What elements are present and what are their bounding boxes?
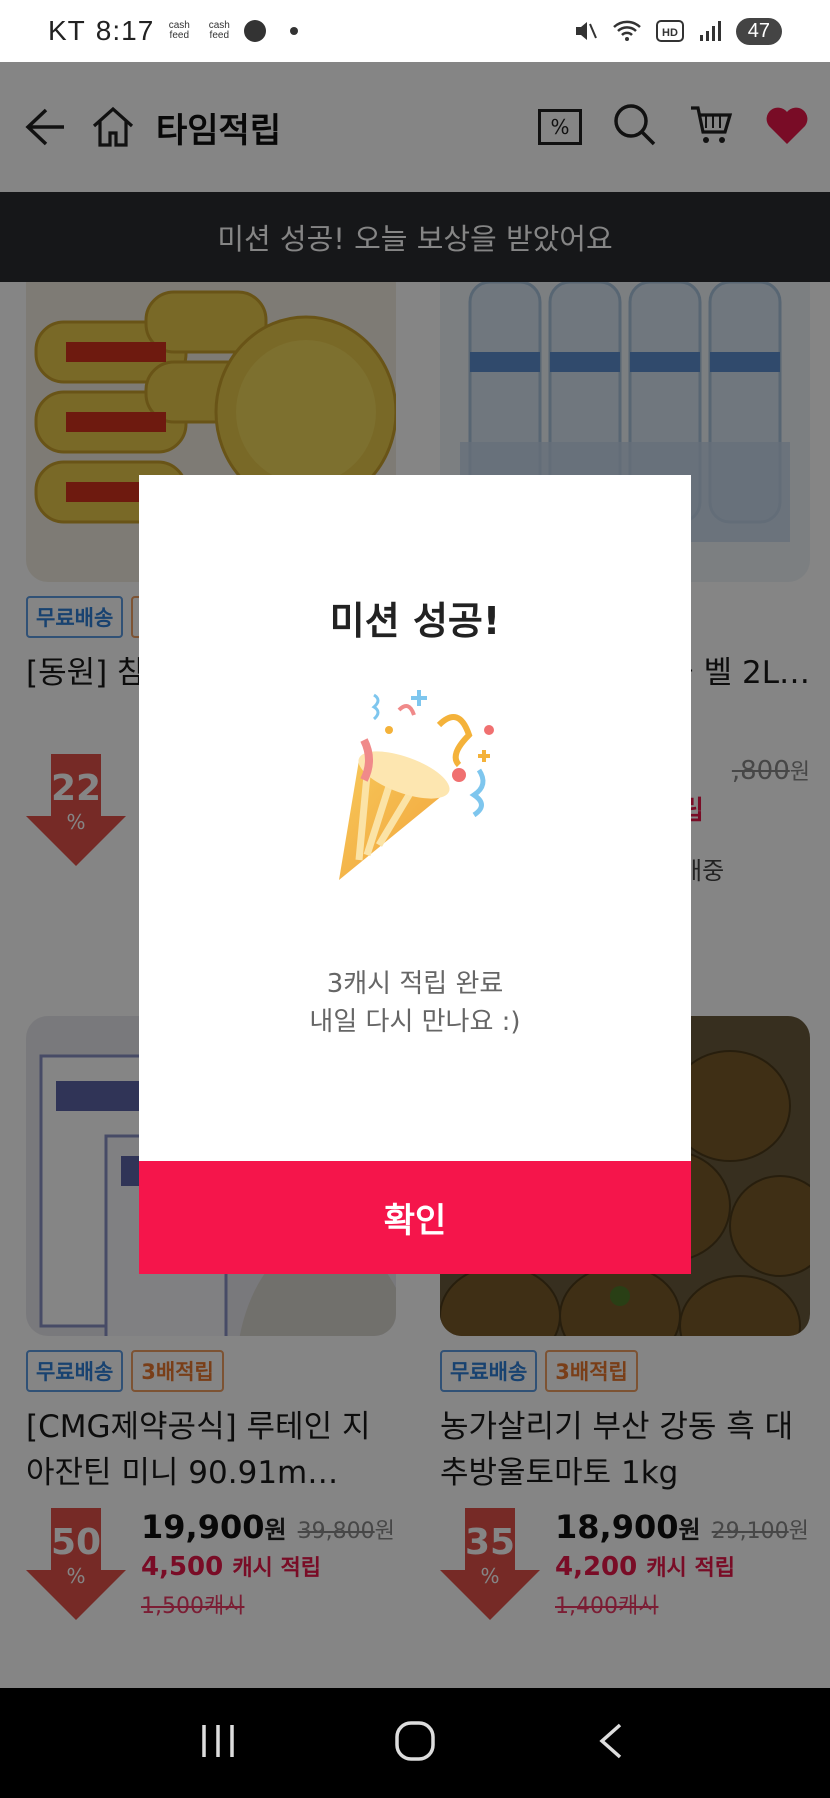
message-line-1: 3캐시 적립 완료 xyxy=(326,969,504,999)
carrier-label: KT xyxy=(48,15,86,46)
mute-icon xyxy=(575,22,597,40)
home-nav-icon xyxy=(395,1721,435,1761)
cashfeed-icon-2: cash feed xyxy=(208,20,230,41)
home-nav-button[interactable] xyxy=(394,1720,436,1766)
recent-apps-button[interactable] xyxy=(198,1721,238,1765)
wifi-icon xyxy=(612,20,641,41)
back-nav-button[interactable] xyxy=(592,1721,632,1765)
dialog-title: 미션 성공! xyxy=(329,599,501,643)
signal-icon xyxy=(699,21,721,41)
dot-icon xyxy=(290,27,299,35)
status-bar: KT 8:17 cash feed cash feed HD 47 xyxy=(0,0,830,62)
message-line-2: 내일 다시 만나요 :) xyxy=(309,1007,521,1037)
back-nav-icon xyxy=(599,1723,622,1759)
mission-success-dialog: 미션 성공! 3캐시 적립 완료 내일 다시 만나요:) 확인 xyxy=(139,475,691,1274)
party-popper-icon xyxy=(319,680,519,890)
confirm-button[interactable]: 확인 xyxy=(139,1161,691,1274)
app-notification-icon xyxy=(244,20,267,42)
hd-icon: HD xyxy=(655,20,684,42)
cashfeed-icon: cash feed xyxy=(168,20,190,41)
system-nav-bar xyxy=(0,1688,830,1798)
clock: 8:17 xyxy=(95,15,155,46)
recent-apps-icon xyxy=(202,1725,234,1757)
dialog-message: 3캐시 적립 완료 내일 다시 만나요 :) xyxy=(139,965,691,1041)
battery-icon: 47 xyxy=(735,17,782,45)
svg-text:HD: HD xyxy=(662,27,678,39)
